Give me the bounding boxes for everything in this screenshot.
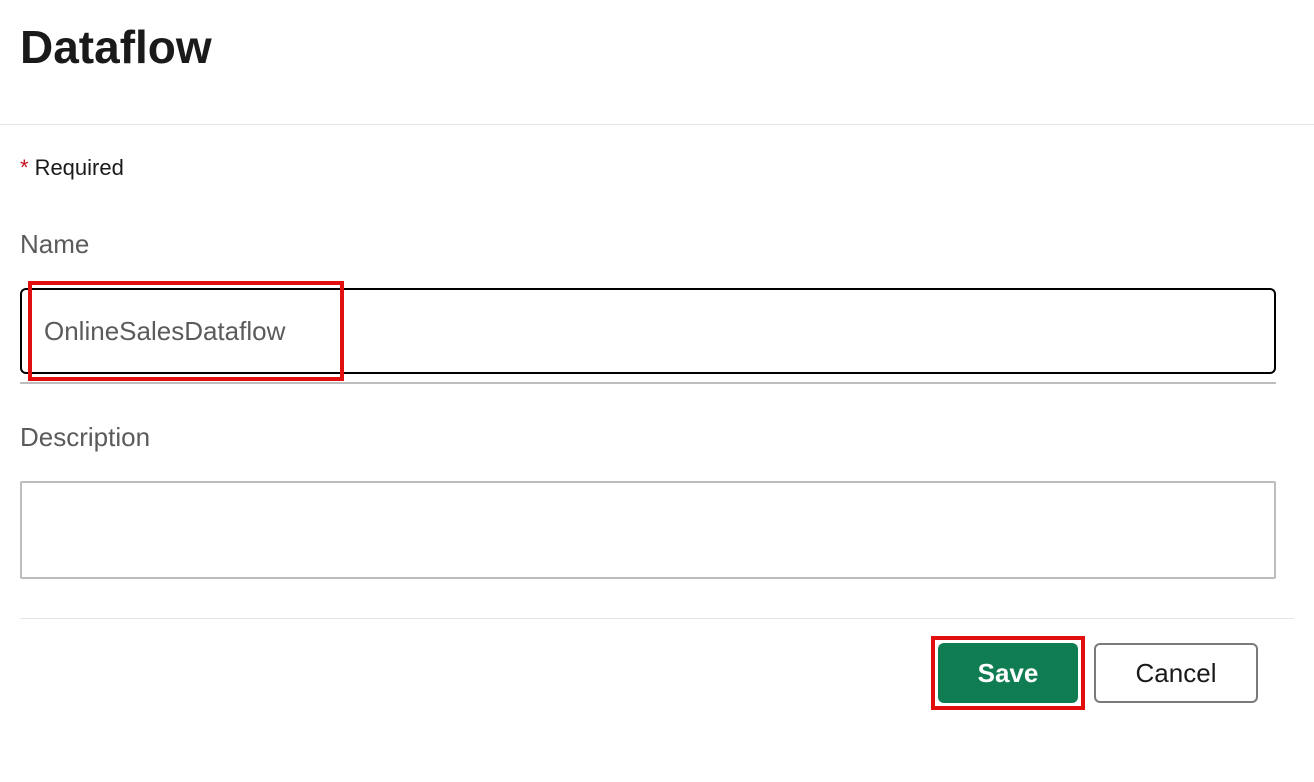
description-input[interactable] [20, 481, 1276, 579]
save-button[interactable]: Save [938, 643, 1078, 703]
name-field-label: Name [20, 229, 1294, 260]
required-indicator: *Required [20, 155, 1294, 181]
name-input[interactable] [20, 288, 1276, 374]
name-input-wrapper [20, 288, 1294, 374]
button-row: Save Cancel [20, 619, 1294, 703]
required-label: Required [35, 155, 124, 180]
form-content: *Required Name Description Save Cancel [0, 125, 1314, 703]
description-field-label: Description [20, 422, 1294, 453]
save-button-wrapper: Save [938, 643, 1078, 703]
description-section: Description [20, 422, 1294, 584]
cancel-button[interactable]: Cancel [1094, 643, 1258, 703]
required-asterisk: * [20, 155, 29, 180]
page-title: Dataflow [0, 0, 1314, 74]
name-underline [20, 382, 1276, 384]
